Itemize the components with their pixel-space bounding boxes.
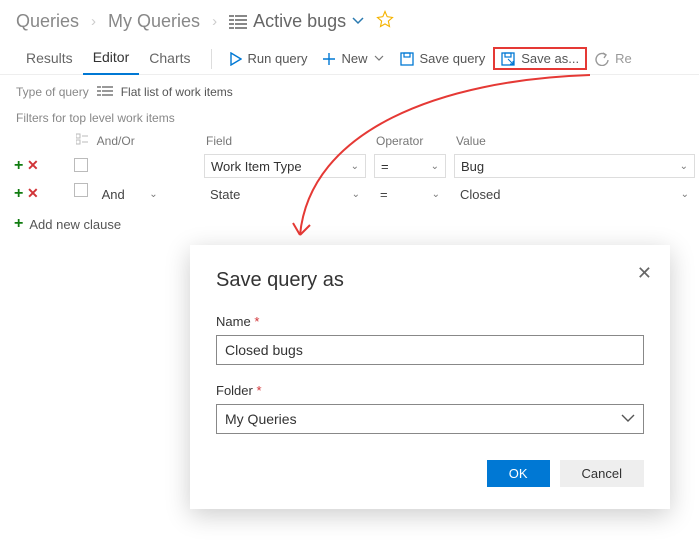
- operator-cell[interactable]: =⌄: [374, 182, 446, 206]
- dialog-title: Save query as: [216, 269, 644, 292]
- col-andor: And/Or: [97, 134, 135, 148]
- field-value: Work Item Type: [211, 159, 302, 174]
- folder-field[interactable]: My Queries: [216, 404, 644, 434]
- folder-value: My Queries: [225, 411, 297, 427]
- delete-row-icon[interactable]: ✕: [27, 185, 39, 201]
- delete-row-icon[interactable]: ✕: [27, 157, 39, 173]
- operator-value: =: [381, 159, 389, 174]
- chevron-right-icon: ›: [91, 13, 96, 30]
- chevron-down-icon: ⌄: [680, 161, 688, 172]
- type-of-query: Type of query Flat list of work items: [0, 75, 699, 105]
- run-query-button[interactable]: Run query: [222, 47, 316, 70]
- new-label: New: [341, 51, 367, 66]
- col-operator: Operator: [370, 129, 450, 152]
- type-of-query-label: Type of query: [16, 85, 89, 99]
- add-new-clause-label: Add new clause: [29, 217, 121, 232]
- chevron-down-icon: ⌄: [149, 189, 157, 200]
- field-cell[interactable]: Work Item Type ⌄: [204, 154, 366, 178]
- tab-charts[interactable]: Charts: [139, 44, 200, 74]
- andor-cell[interactable]: And ⌄: [96, 182, 164, 206]
- operator-value: =: [380, 187, 388, 202]
- cancel-button[interactable]: Cancel: [560, 460, 644, 487]
- add-new-clause[interactable]: + Add new clause: [0, 208, 699, 240]
- breadcrumb-current[interactable]: Active bugs: [229, 11, 364, 32]
- revert-label: Re: [615, 51, 632, 66]
- save-as-label: Save as...: [521, 51, 579, 66]
- plus-icon: +: [14, 216, 23, 232]
- value-cell[interactable]: Closed ⌄: [454, 182, 695, 206]
- chevron-down-icon: ⌄: [431, 161, 439, 172]
- run-query-label: Run query: [248, 51, 308, 66]
- chevron-down-icon[interactable]: [352, 16, 364, 28]
- plus-icon: [323, 53, 335, 65]
- ok-button[interactable]: OK: [487, 460, 550, 487]
- row-checkbox[interactable]: [74, 183, 88, 197]
- save-query-label: Save query: [420, 51, 486, 66]
- chevron-down-icon: ⌄: [351, 161, 359, 172]
- breadcrumb-current-label: Active bugs: [253, 11, 346, 32]
- col-field: Field: [200, 129, 370, 152]
- chevron-down-icon: [621, 414, 635, 425]
- name-value: Closed bugs: [225, 342, 303, 358]
- folder-label: Folder *: [216, 383, 644, 398]
- filters-header: Filters for top level work items: [0, 105, 699, 129]
- list-icon: [229, 15, 247, 29]
- value-cell[interactable]: Bug ⌄: [454, 154, 695, 178]
- close-icon[interactable]: ✕: [637, 263, 652, 284]
- operator-cell[interactable]: =⌄: [374, 154, 446, 178]
- value-value: Bug: [461, 159, 484, 174]
- row-checkbox[interactable]: [74, 158, 88, 172]
- separator: [211, 49, 212, 69]
- tabs-toolbar: Results Editor Charts Run query New Save…: [0, 37, 699, 75]
- undo-icon: [595, 52, 609, 66]
- new-button[interactable]: New: [315, 47, 391, 70]
- save-query-button[interactable]: Save query: [392, 47, 494, 70]
- chevron-down-icon: [374, 53, 384, 64]
- field-cell[interactable]: State ⌄: [204, 182, 366, 206]
- chevron-right-icon: ›: [212, 13, 217, 30]
- tab-editor[interactable]: Editor: [83, 43, 140, 75]
- list-icon: [97, 86, 113, 98]
- breadcrumb: Queries › My Queries › Active bugs: [0, 0, 699, 37]
- star-icon[interactable]: [376, 10, 394, 33]
- col-value: Value: [450, 129, 699, 152]
- revert-button[interactable]: Re: [587, 47, 640, 70]
- chevron-down-icon: ⌄: [352, 189, 360, 200]
- breadcrumb-my-queries[interactable]: My Queries: [108, 11, 200, 32]
- type-of-query-value[interactable]: Flat list of work items: [121, 85, 233, 99]
- filter-row: + ✕ And⌄ State⌄ =⌄ Closed⌄: [10, 180, 699, 208]
- tab-results[interactable]: Results: [16, 44, 83, 74]
- value-value: Closed: [460, 187, 500, 202]
- chevron-down-icon: ⌄: [432, 189, 440, 200]
- play-icon: [230, 52, 242, 66]
- andor-value: And: [102, 187, 125, 202]
- save-as-icon: [501, 52, 515, 66]
- filter-row: + ✕ Work Item Type⌄ =⌄ Bug⌄: [10, 152, 699, 180]
- save-query-dialog: ✕ Save query as Name * Closed bugs Folde…: [190, 245, 670, 509]
- field-value: State: [210, 187, 240, 202]
- checklist-icon[interactable]: [76, 133, 88, 145]
- filters-table: And/Or Field Operator Value + ✕ Work Ite…: [10, 129, 699, 208]
- chevron-down-icon: ⌄: [681, 189, 689, 200]
- add-row-icon[interactable]: +: [14, 157, 23, 174]
- save-icon: [400, 52, 414, 66]
- name-label: Name *: [216, 314, 644, 329]
- save-as-button[interactable]: Save as...: [493, 47, 587, 70]
- add-row-icon[interactable]: +: [14, 185, 23, 202]
- breadcrumb-root[interactable]: Queries: [16, 11, 79, 32]
- name-field[interactable]: Closed bugs: [216, 335, 644, 365]
